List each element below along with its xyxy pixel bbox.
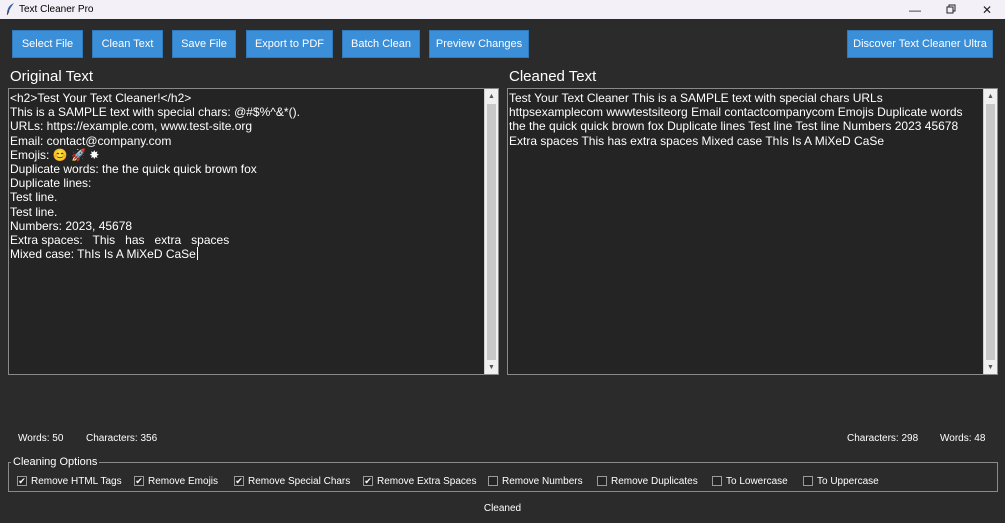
text-line: Mixed case: ThIs Is A MiXeD CaSe — [10, 247, 198, 262]
checkmark-icon: ✔ — [135, 475, 143, 486]
text-line: Duplicate lines: — [10, 176, 92, 191]
close-icon: ✕ — [981, 2, 993, 17]
text-line: Duplicate words: the the quick quick bro… — [10, 162, 257, 177]
minimize-button[interactable]: — — [897, 0, 933, 19]
option-label: Remove Numbers — [502, 475, 583, 487]
original-scrollbar[interactable]: ▲ ▼ — [484, 89, 498, 374]
text-line: URLs: https://example.com, www.test-site… — [10, 119, 253, 134]
scroll-thumb[interactable] — [487, 104, 496, 360]
original-word-count: Words: 50 — [18, 433, 64, 444]
option-label: Remove Emojis — [148, 475, 219, 487]
option-remove-extra-spaces[interactable]: ✔ Remove Extra Spaces — [363, 475, 477, 487]
option-label: Remove HTML Tags — [31, 475, 122, 487]
scroll-up-icon[interactable]: ▲ — [984, 89, 997, 103]
checkmark-icon: ✔ — [235, 475, 243, 486]
cleaned-char-count: Characters: 298 — [847, 433, 919, 444]
cleaning-options-legend: Cleaning Options — [11, 456, 100, 468]
close-button[interactable]: ✕ — [969, 0, 1005, 19]
original-text-label: Original Text — [10, 68, 94, 85]
checkbox-remove-extra-spaces[interactable]: ✔ — [363, 476, 373, 486]
scroll-up-icon[interactable]: ▲ — [485, 89, 498, 103]
text-line: Extra spaces This has extra spaces Mixed… — [509, 133, 885, 148]
option-remove-numbers[interactable]: Remove Numbers — [488, 475, 583, 487]
preview-changes-button[interactable]: Preview Changes — [429, 30, 529, 58]
maximize-button[interactable] — [933, 0, 969, 19]
option-label: Remove Special Chars — [248, 475, 351, 487]
text-line: Test Your Text Cleaner This is a SAMPLE … — [509, 91, 883, 105]
text-line: Test line. — [10, 204, 58, 219]
save-file-button[interactable]: Save File — [172, 30, 236, 58]
option-label: To Uppercase — [817, 475, 879, 487]
text-line: Email: contact@company.com — [10, 133, 172, 148]
text-line: Test line. — [10, 190, 58, 205]
checkmark-icon: ✔ — [18, 475, 26, 486]
scroll-down-icon[interactable]: ▼ — [485, 360, 498, 374]
text-line: Numbers: 2023, 45678 — [10, 218, 133, 233]
clean-text-button[interactable]: Clean Text — [92, 30, 163, 58]
scroll-thumb[interactable] — [986, 104, 995, 360]
text-line: httpsexamplecom wwwtestsiteorg Email con… — [509, 105, 963, 120]
discover-ultra-button[interactable]: Discover Text Cleaner Ultra — [847, 30, 993, 58]
text-line: This is a SAMPLE text with special chars… — [10, 105, 300, 120]
cleaned-text-content: Test Your Text Cleaner This is a SAMPLE … — [509, 91, 963, 148]
window-title: Text Cleaner Pro — [19, 4, 94, 15]
checkbox-to-uppercase[interactable] — [803, 476, 813, 486]
batch-clean-button[interactable]: Batch Clean — [342, 30, 420, 58]
title-bar: Text Cleaner Pro — ✕ — [0, 0, 1005, 19]
text-line: the the quick quick brown fox Duplicate … — [509, 119, 959, 134]
original-text-content: <h2>Test Your Text Cleaner!</h2> This is … — [10, 91, 300, 261]
checkbox-remove-numbers[interactable] — [488, 476, 498, 486]
restore-icon — [946, 3, 956, 17]
checkbox-remove-emojis[interactable]: ✔ — [134, 476, 144, 486]
option-remove-html-tags[interactable]: ✔ Remove HTML Tags — [17, 475, 122, 487]
option-label: Remove Duplicates — [611, 475, 698, 487]
export-pdf-button[interactable]: Export to PDF — [246, 30, 333, 58]
minimize-icon: — — [909, 2, 921, 17]
cleaned-scrollbar[interactable]: ▲ ▼ — [983, 89, 997, 374]
checkbox-remove-special-chars[interactable]: ✔ — [234, 476, 244, 486]
checkbox-remove-duplicates[interactable] — [597, 476, 607, 486]
option-remove-duplicates[interactable]: Remove Duplicates — [597, 475, 698, 487]
checkbox-to-lowercase[interactable] — [712, 476, 722, 486]
checkbox-remove-html-tags[interactable]: ✔ — [17, 476, 27, 486]
text-cursor — [196, 247, 198, 261]
text-line: Emojis: 😊 🚀 ✸ — [10, 147, 100, 162]
cleaned-word-count: Words: 48 — [940, 433, 986, 444]
select-file-button[interactable]: Select File — [12, 30, 83, 58]
cleaned-text-area[interactable]: Test Your Text Cleaner This is a SAMPLE … — [507, 88, 998, 375]
text-line: Extra spaces: This has extra spaces — [10, 233, 230, 248]
cleaned-text-label: Cleaned Text — [509, 68, 597, 85]
option-to-lowercase[interactable]: To Lowercase — [712, 475, 788, 487]
original-char-count: Characters: 356 — [86, 433, 158, 444]
original-text-area[interactable]: <h2>Test Your Text Cleaner!</h2> This is … — [8, 88, 499, 375]
option-to-uppercase[interactable]: To Uppercase — [803, 475, 879, 487]
checkmark-icon: ✔ — [364, 475, 372, 486]
option-label: To Lowercase — [726, 475, 788, 487]
text-line: <h2>Test Your Text Cleaner!</h2> — [10, 91, 192, 105]
option-label: Remove Extra Spaces — [377, 475, 477, 487]
option-remove-emojis[interactable]: ✔ Remove Emojis — [134, 475, 218, 487]
feather-icon — [3, 2, 19, 18]
status-text: Cleaned — [483, 503, 522, 514]
scroll-down-icon[interactable]: ▼ — [984, 360, 997, 374]
option-remove-special-chars[interactable]: ✔ Remove Special Chars — [234, 475, 350, 487]
